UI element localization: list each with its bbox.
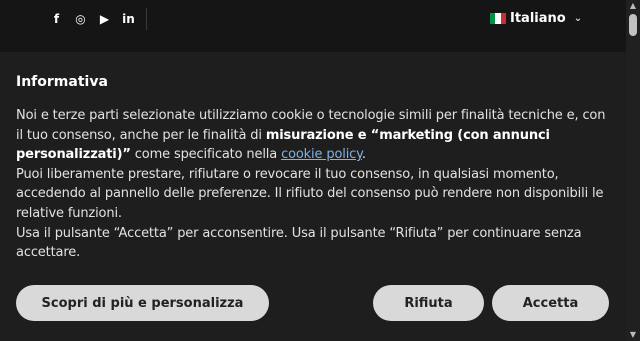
notice-text: Puoi liberamente prestare, rifiutare o r… [16, 166, 604, 221]
top-bar: f ◎ ▶ in Italiano ⌄ [0, 0, 626, 52]
cookie-policy-link[interactable]: cookie policy [281, 147, 362, 162]
reject-button[interactable]: Rifiuta [373, 285, 484, 321]
scrollbar[interactable]: ▲ ▼ [626, 0, 640, 341]
language-selector[interactable]: Italiano ⌄ [490, 10, 582, 26]
scroll-thumb[interactable] [629, 14, 637, 36]
cookie-notice: Informativa Noi e terze parti selezionat… [16, 72, 612, 263]
notice-text: come specificato nella [130, 147, 282, 163]
youtube-icon[interactable]: ▶ [98, 13, 111, 26]
facebook-icon[interactable]: f [50, 13, 63, 26]
instagram-icon[interactable]: ◎ [74, 13, 87, 26]
notice-body: Noi e terze parti selezionate utilizziam… [16, 106, 612, 263]
personalize-button[interactable]: Scopri di più e personalizza [16, 285, 269, 321]
notice-text: Usa il pulsante “Accetta” per acconsenti… [16, 225, 582, 261]
scroll-up-icon[interactable]: ▲ [628, 2, 638, 10]
divider [146, 8, 147, 30]
notice-title: Informativa [16, 74, 108, 90]
linkedin-icon[interactable]: in [122, 13, 135, 26]
social-links: f ◎ ▶ in [50, 10, 135, 28]
chevron-down-icon: ⌄ [573, 12, 583, 24]
scroll-down-icon[interactable]: ▼ [628, 331, 638, 339]
accept-button[interactable]: Accetta [492, 285, 609, 321]
notice-text: . [361, 147, 366, 163]
italian-flag-icon [490, 12, 506, 24]
language-label: Italiano [510, 10, 566, 26]
